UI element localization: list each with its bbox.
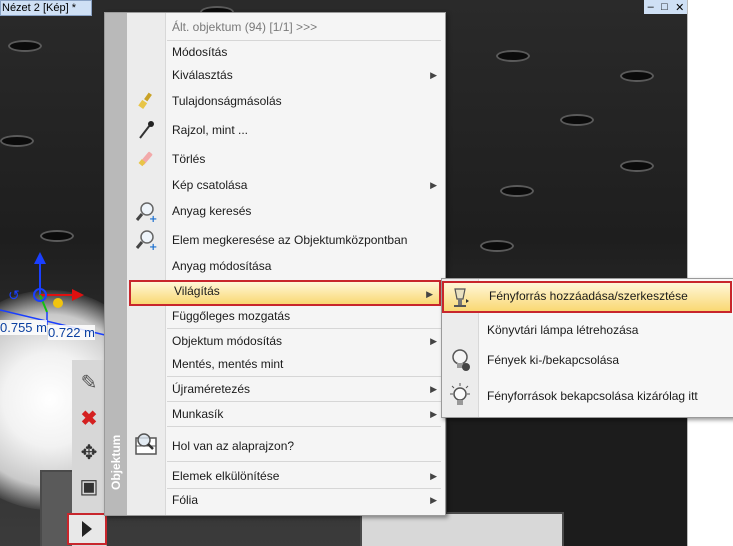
move-icon[interactable]: ✥ — [75, 438, 103, 466]
menu-item-label: Mentés, mentés mint — [172, 357, 284, 371]
svg-text:+: + — [149, 214, 157, 223]
ceiling-spotlight — [620, 70, 654, 82]
menu-item-anyag-kereses[interactable]: Anyag keresés — [165, 200, 443, 222]
maximize-button[interactable]: □ — [661, 1, 668, 13]
pipette-icon — [133, 118, 159, 142]
menu-item-torles[interactable]: Törlés — [165, 148, 443, 170]
menu-item-vilagitas[interactable]: Világítás ▶ — [129, 280, 441, 306]
menu-item-label: Elemek elkülönítése — [172, 469, 280, 483]
eraser-icon — [133, 147, 159, 171]
menu-item-tulajdonsagmasolas[interactable]: Tulajdonságmásolás — [165, 90, 443, 112]
magnifier-plus-icon: + — [133, 228, 159, 252]
menu-item-rajzol-mint[interactable]: Rajzol, mint ... — [165, 119, 443, 141]
menu-item-label: Fólia — [172, 493, 199, 507]
menu-item-munkasik[interactable]: Munkasík ▶ — [165, 403, 443, 425]
menu-side-bar: Objektum — [105, 13, 127, 515]
submenu-arrow-icon: ▶ — [426, 289, 433, 299]
submenu-item-label: Fények ki-/bekapcsolása — [487, 353, 620, 367]
menu-item-label: Elem megkeresése az Objektumközpontban — [172, 233, 408, 247]
menu-separator — [167, 328, 441, 329]
play-arrow-icon — [82, 521, 92, 537]
submenu-item-konyvtari-lampa[interactable]: Könyvtári lámpa létrehozása — [478, 315, 732, 345]
submenu-item-fenyek-ki-be[interactable]: Fények ki-/bekapcsolása — [478, 345, 732, 375]
right-panel — [687, 0, 733, 546]
menu-separator — [167, 376, 441, 377]
expand-toolbar-button[interactable] — [67, 513, 107, 545]
submenu-item-fenyforras-hozzaadasa[interactable]: Fényforrás hozzáadása/szerkesztése — [442, 281, 732, 313]
magnifier-plus-icon: + — [133, 200, 159, 224]
submenu-arrow-icon: ▶ — [430, 384, 437, 394]
menu-item-kep-csatolasa[interactable]: Kép csatolása ▶ — [165, 174, 443, 196]
menu-item-elem-megkeresese[interactable]: Elem megkeresése az Objektumközpontban — [165, 229, 443, 251]
bulb-toggle-icon — [447, 346, 473, 374]
lamp-edit-icon — [447, 283, 473, 311]
submenu-arrow-icon: ▶ — [430, 336, 437, 346]
menu-item-label: Törlés — [172, 152, 206, 166]
menu-item-label: Világítás — [174, 284, 220, 298]
submenu-arrow-icon: ▶ — [430, 70, 437, 80]
menu-item-label: Kiválasztás — [172, 68, 233, 82]
menu-header[interactable]: Ált. objektum (94) [1/1] >>> — [165, 16, 443, 38]
view-title: Nézet 2 [Kép] * — [2, 2, 76, 14]
submenu-arrow-icon: ▶ — [430, 180, 437, 190]
ceiling-spotlight — [40, 230, 74, 242]
window-controls: – □ ✕ — [644, 0, 688, 14]
svg-text:↺: ↺ — [8, 288, 20, 304]
svg-text:+: + — [149, 242, 157, 251]
ceiling-spotlight — [8, 40, 42, 52]
delete-x-icon[interactable]: ✖ — [75, 404, 103, 432]
menu-item-label: Függőleges mozgatás — [172, 309, 291, 323]
submenu-item-label: Fényforrások bekapcsolása kizárólag itt — [487, 389, 698, 403]
close-button[interactable]: ✕ — [675, 1, 684, 14]
menu-separator — [167, 401, 441, 402]
menu-item-label: Rajzol, mint ... — [172, 123, 249, 137]
floorplan-search-icon — [133, 433, 159, 457]
pencil-icon[interactable]: ✎ — [75, 368, 103, 396]
lighting-submenu: Fényforrás hozzáadása/szerkesztése Könyv… — [441, 278, 733, 418]
dimension-label: 0.722 m — [48, 325, 95, 340]
menu-item-label: Objektum módosítás — [172, 334, 283, 348]
ceiling-spotlight — [500, 185, 534, 197]
view-title-tab[interactable]: Nézet 2 [Kép] * — [0, 0, 92, 16]
menu-item-label: Kép csatolása — [172, 178, 248, 192]
ceiling-spotlight — [480, 240, 514, 252]
menu-separator — [167, 426, 441, 427]
dimension-label: 0.755 m — [0, 320, 47, 335]
ceiling-spotlight — [560, 114, 594, 126]
submenu-arrow-icon: ▶ — [430, 495, 437, 505]
menu-item-kivalasztas[interactable]: Kiválasztás ▶ — [165, 64, 443, 86]
menu-item-folia[interactable]: Fólia ▶ — [165, 489, 443, 511]
menu-item-label: Módosítás — [172, 45, 228, 59]
menu-item-label: Újraméretezés — [172, 382, 251, 396]
menu-item-elemek-elkulonitese[interactable]: Elemek elkülönítése ▶ — [165, 465, 443, 487]
menu-item-mentes[interactable]: Mentés, mentés mint — [165, 353, 443, 375]
menu-item-label: Munkasík — [172, 407, 224, 421]
minimize-button[interactable]: – — [648, 1, 654, 13]
context-menu: Objektum Ált. objektum (94) [1/1] >>> Mó… — [104, 12, 446, 516]
cabinet-top — [360, 512, 564, 546]
ceiling-spotlight — [496, 50, 530, 62]
menu-item-label: Anyag keresés — [172, 204, 252, 218]
menu-separator — [167, 461, 441, 462]
menu-item-anyag-modositasa[interactable]: Anyag módosítása — [165, 255, 443, 277]
menu-item-label: Anyag módosítása — [172, 259, 272, 273]
submenu-arrow-icon: ▶ — [430, 471, 437, 481]
cube-light-icon[interactable]: ▣ — [75, 472, 103, 500]
menu-item-ujrameretezes[interactable]: Újraméretezés ▶ — [165, 378, 443, 400]
ceiling-spotlight — [620, 160, 654, 172]
menu-item-label: Hol van az alaprajzon? — [172, 439, 295, 453]
menu-item-modositas[interactable]: Módosítás — [165, 41, 443, 63]
ceiling-spotlight — [0, 135, 34, 147]
menu-item-fuggoleges-mozgatas[interactable]: Függőleges mozgatás — [165, 305, 443, 327]
menu-item-label: Tulajdonságmásolás — [172, 94, 282, 108]
menu-side-label: Objektum — [109, 434, 123, 490]
bulb-rays-icon — [447, 382, 473, 410]
submenu-item-fenyforrasok-kizarolag-itt[interactable]: Fényforrások bekapcsolása kizárólag itt — [478, 381, 732, 411]
submenu-item-label: Könyvtári lámpa létrehozása — [487, 323, 639, 337]
menu-item-objektum-modositas[interactable]: Objektum módosítás ▶ — [165, 330, 443, 352]
submenu-arrow-icon: ▶ — [430, 409, 437, 419]
paintbrush-icon — [133, 89, 159, 113]
menu-item-hol-van-alaprajzon[interactable]: Hol van az alaprajzon? — [165, 435, 443, 457]
submenu-item-label: Fényforrás hozzáadása/szerkesztése — [489, 289, 688, 303]
